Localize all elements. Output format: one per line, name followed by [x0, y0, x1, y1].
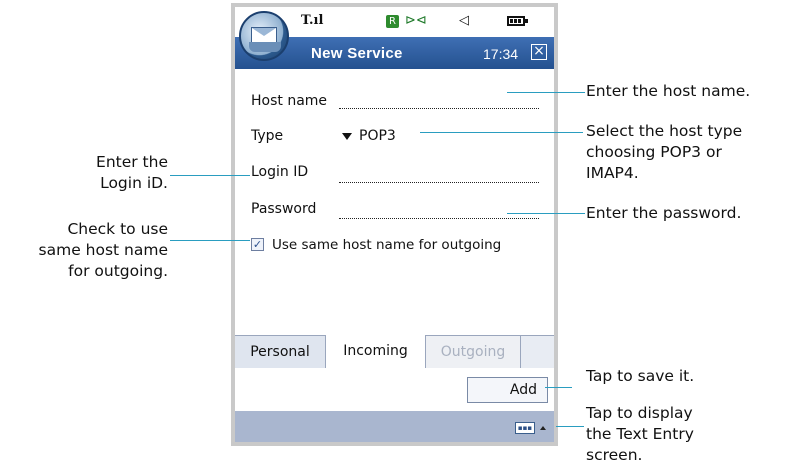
bottom-bar: ▪▪▪	[235, 411, 554, 442]
callout-line-host-name	[507, 92, 585, 93]
tab-outgoing[interactable]: Outgoing	[425, 336, 521, 368]
password-label: Password	[251, 201, 317, 217]
password-field[interactable]	[339, 218, 539, 219]
callout-text-entry-line: the Text Entry	[586, 425, 694, 443]
callout-line-text-entry	[556, 426, 584, 427]
title-bar: New Service 17:34 ×	[235, 11, 554, 69]
callout-save: Tap to save it.	[586, 366, 694, 387]
bluetooth-icon: ⊳⊲	[405, 13, 427, 28]
type-select[interactable]: POP3	[359, 128, 396, 144]
same-host-checkbox-label: Use same host name for outgoing	[272, 237, 502, 253]
device-screen: T.ıl R ⊳⊲ ◁ New Service 17:34 × Host nam…	[235, 7, 554, 442]
add-button[interactable]: Add	[467, 377, 548, 403]
tab-incoming[interactable]: Incoming	[326, 335, 425, 368]
callout-same-host: Check to use same host name for outgoing…	[4, 219, 168, 282]
callout-host-type-line: Select the host type	[586, 122, 743, 140]
callout-login-id-line: Enter the	[96, 153, 168, 171]
callout-text-entry-line: Tap to display	[586, 404, 693, 422]
callout-line-host-type	[420, 132, 583, 133]
tab-bar: Personal Incoming Outgoing	[235, 335, 554, 368]
volume-icon: ◁	[459, 13, 469, 28]
callout-line-save	[545, 387, 572, 388]
inbox-tray-icon	[249, 42, 281, 52]
callout-same-host-line: Check to use	[67, 220, 168, 238]
callout-line-same-host	[170, 240, 250, 241]
r-badge-icon: R	[386, 15, 399, 28]
same-host-checkbox[interactable]: ✓	[251, 238, 264, 251]
type-label: Type	[251, 128, 284, 144]
callout-same-host-line: for outgoing.	[68, 262, 168, 280]
callout-host-type-line: choosing POP3 or	[586, 143, 722, 161]
messaging-app-icon[interactable]	[239, 11, 289, 61]
callout-save-line: Tap to save it.	[586, 367, 695, 385]
clock: 17:34	[483, 46, 519, 62]
callout-line-password	[507, 213, 585, 214]
callout-host-name-line: Enter the host name.	[586, 82, 751, 100]
battery-icon	[507, 16, 528, 26]
callout-same-host-line: same host name	[38, 241, 168, 259]
keyboard-icon[interactable]: ▪▪▪	[515, 422, 535, 434]
signal-icon: T.ıl	[301, 13, 324, 28]
callout-login-id-line: Login iD.	[100, 174, 168, 192]
callout-text-entry: Tap to display the Text Entry screen.	[586, 403, 694, 466]
dropdown-arrow-icon[interactable]	[342, 133, 352, 140]
close-button[interactable]: ×	[531, 44, 547, 60]
tab-personal[interactable]: Personal	[235, 336, 326, 368]
login-id-label: Login ID	[251, 164, 309, 180]
text-entry-arrow-icon[interactable]	[540, 426, 546, 430]
callout-host-type: Select the host type choosing POP3 or IM…	[586, 121, 742, 184]
callout-line-login-id	[170, 175, 250, 176]
callout-password: Enter the password.	[586, 203, 741, 224]
callout-host-name: Enter the host name.	[586, 81, 750, 102]
callout-host-type-line: IMAP4.	[586, 164, 639, 182]
host-name-field[interactable]	[339, 108, 539, 109]
callout-login-id: Enter the Login iD.	[60, 152, 168, 194]
callout-text-entry-line: screen.	[586, 446, 643, 464]
callout-password-line: Enter the password.	[586, 204, 742, 222]
page-title: New Service	[311, 45, 403, 62]
login-id-field[interactable]	[339, 182, 539, 183]
host-name-label: Host name	[251, 93, 328, 109]
device-frame: T.ıl R ⊳⊲ ◁ New Service 17:34 × Host nam…	[231, 3, 558, 446]
